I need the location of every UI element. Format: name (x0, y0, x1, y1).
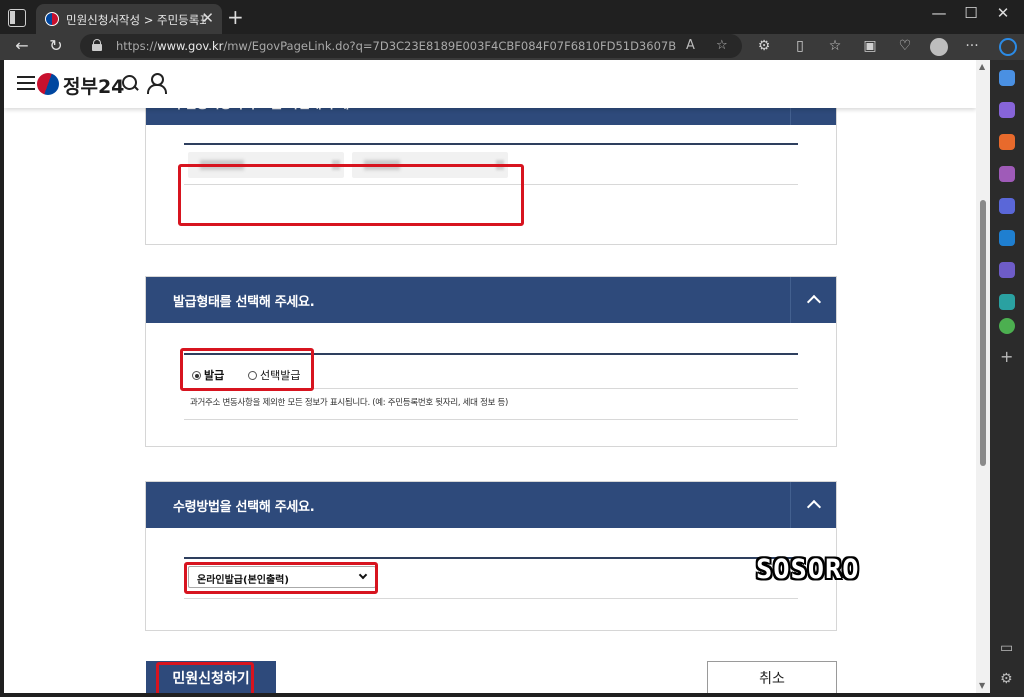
tab-close-icon[interactable]: ✕ (201, 9, 214, 27)
highlight-box-apply (156, 662, 254, 693)
close-window-button[interactable]: ✕ (988, 4, 1018, 22)
tree-icon[interactable] (999, 318, 1015, 334)
tab-title: 민원신청서작성 > 주민등록표 등 (66, 13, 206, 27)
collapse-chevron-icon[interactable] (790, 482, 836, 528)
browser-toolbar: ← ↻ https://www.gov.kr/mw/EgovPageLink.d… (0, 34, 1024, 60)
games-icon[interactable] (999, 166, 1015, 182)
site-logo-text[interactable]: 정부24 (63, 72, 124, 99)
favorite-star-icon[interactable]: ☆ (716, 38, 728, 53)
search-icon[interactable] (999, 70, 1015, 86)
extensions-icon[interactable]: ⚙ (754, 38, 774, 54)
designer-icon[interactable] (999, 262, 1015, 278)
scrollbar-thumb[interactable] (980, 200, 986, 466)
divider (184, 598, 798, 599)
window-frame-bottom (0, 693, 990, 697)
highlight-box-address (178, 164, 524, 226)
workspaces-icon[interactable] (8, 9, 26, 27)
search-icon[interactable] (122, 75, 140, 93)
page-viewport: 정부24 주민등록상의 주소를 확인해 주세요. 발급형태를 선택해 주세요. … (4, 60, 976, 693)
receive-method-panel: 수령방법을 선택해 주세요. 온라인발급(본인출력) (145, 481, 837, 631)
split-screen-icon[interactable]: ▯ (790, 38, 810, 54)
scroll-down-arrow-icon[interactable]: ▼ (979, 681, 985, 690)
shopping-icon[interactable] (999, 102, 1015, 118)
divider (184, 557, 798, 559)
issue-type-help-text: 과거주소 변동사항을 제외한 모든 정보가 표시됩니다. (예: 주민등록번호 … (190, 398, 509, 408)
scroll-up-arrow-icon[interactable]: ▲ (979, 62, 985, 71)
collapse-chevron-icon[interactable] (790, 277, 836, 323)
edge-sidebar: + ▭ ⚙ (990, 60, 1024, 697)
refresh-button[interactable]: ↻ (44, 36, 68, 55)
issue-type-panel-title: 발급형태를 선택해 주세요. (173, 295, 315, 310)
menu-icon[interactable] (17, 76, 35, 90)
browser-titlebar: 민원신청서작성 > 주민등록표 등 ✕ + — ☐ ✕ (0, 0, 1024, 34)
microsoft-365-icon[interactable] (999, 198, 1015, 214)
drop-icon[interactable] (999, 294, 1015, 310)
new-tab-button[interactable]: + (227, 5, 244, 29)
add-sidebar-app-icon[interactable]: + (1000, 347, 1013, 366)
address-bar[interactable]: https://www.gov.kr/mw/EgovPageLink.do?q=… (80, 34, 742, 58)
more-menu-icon[interactable]: ··· (962, 38, 982, 54)
sidebar-settings-icon[interactable]: ⚙ (1000, 671, 1013, 687)
back-button[interactable]: ← (10, 36, 34, 55)
copilot-icon[interactable] (999, 38, 1017, 56)
cancel-button[interactable]: 취소 (707, 661, 837, 693)
maximize-button[interactable]: ☐ (956, 4, 986, 22)
profile-avatar[interactable] (930, 38, 948, 56)
highlight-box-receive-method (184, 562, 378, 594)
read-aloud-icon[interactable]: A (686, 38, 695, 53)
outlook-icon[interactable] (999, 230, 1015, 246)
minimize-button[interactable]: — (924, 4, 954, 22)
tools-icon[interactable] (999, 134, 1015, 150)
hide-sidebar-icon[interactable]: ▭ (1000, 640, 1013, 656)
watermark-text: SOSORO (756, 554, 860, 585)
favorites-icon[interactable]: ☆ (825, 38, 845, 54)
lock-icon (92, 39, 102, 51)
site-header: 정부24 (4, 60, 976, 108)
divider (184, 419, 798, 420)
highlight-box-issue-type (180, 348, 314, 391)
browser-essentials-icon[interactable]: ♡ (895, 38, 915, 54)
user-icon[interactable] (147, 73, 167, 94)
page-scrollbar[interactable]: ▲ ▼ (976, 60, 990, 693)
receive-method-panel-header: 수령방법을 선택해 주세요. (146, 482, 836, 528)
collections-icon[interactable]: ▣ (860, 38, 880, 54)
gov-favicon-icon (45, 12, 59, 26)
issue-type-panel-header: 발급형태를 선택해 주세요. (146, 277, 836, 323)
divider (184, 143, 798, 145)
taegeuk-logo-icon[interactable] (37, 73, 59, 95)
receive-method-panel-title: 수령방법을 선택해 주세요. (173, 500, 315, 515)
url-text: https://www.gov.kr/mw/EgovPageLink.do?q=… (116, 39, 676, 53)
browser-tab-active[interactable]: 민원신청서작성 > 주민등록표 등 ✕ (36, 4, 222, 34)
